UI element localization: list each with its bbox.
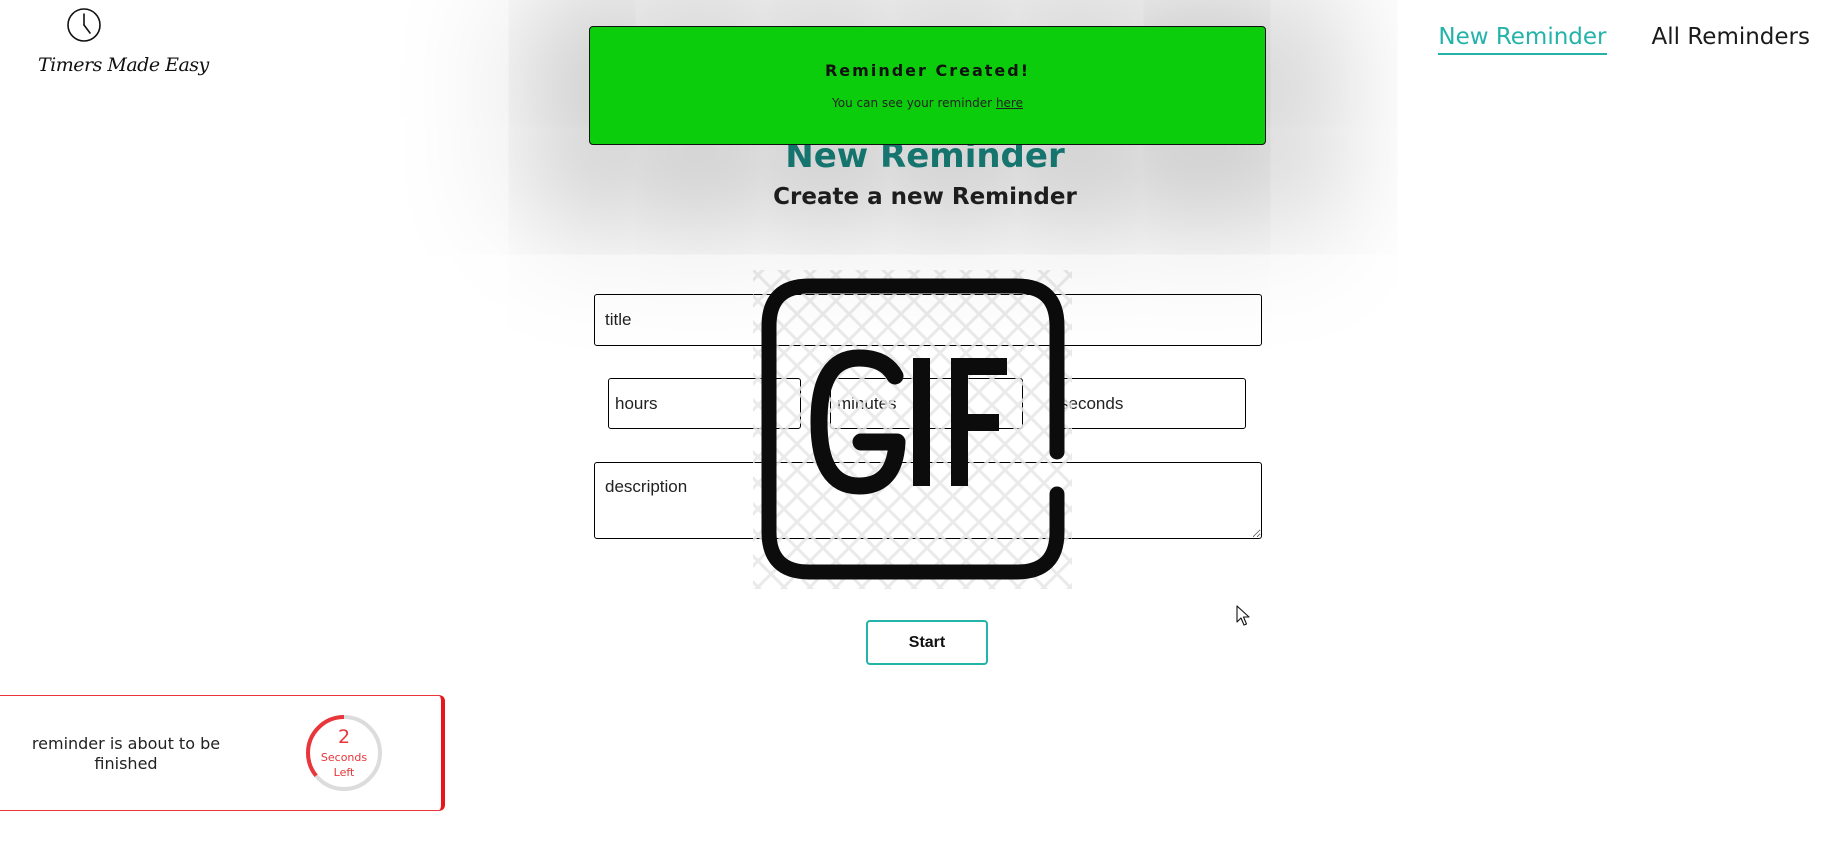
nav-new-reminder[interactable]: New Reminder xyxy=(1438,24,1607,55)
toast-message: You can see your reminder here xyxy=(590,96,1265,110)
description-input[interactable] xyxy=(594,462,1262,539)
toast-message-text: You can see your reminder xyxy=(832,96,996,110)
logo[interactable]: Timers Made Easy xyxy=(38,6,209,81)
toast-here-link[interactable]: here xyxy=(996,96,1023,110)
countdown-unit-line1: Seconds xyxy=(320,751,368,764)
countdown-value: 2 xyxy=(337,726,351,748)
page-subtitle: Create a new Reminder xyxy=(773,184,1077,210)
countdown-message: reminder is about to be finished xyxy=(31,734,221,773)
nav-all-reminders[interactable]: All Reminders xyxy=(1652,24,1810,55)
hours-input[interactable] xyxy=(608,378,801,429)
start-button[interactable]: Start xyxy=(866,620,988,665)
mouse-cursor-icon xyxy=(1236,605,1250,626)
reminder-created-toast: Reminder Created! You can see your remin… xyxy=(589,26,1266,145)
toast-title: Reminder Created! xyxy=(824,61,1030,80)
title-input[interactable] xyxy=(594,294,1262,346)
countdown-unit: Seconds Left xyxy=(304,750,384,780)
logo-text: Timers Made Easy xyxy=(38,54,209,76)
clock-icon xyxy=(67,8,101,42)
countdown-card: reminder is about to be finished 2 Secon… xyxy=(0,695,445,811)
minutes-input[interactable] xyxy=(830,378,1023,429)
countdown-unit-line2: Left xyxy=(333,766,355,779)
main-nav: New Reminder All Reminders xyxy=(1438,24,1810,55)
countdown-timer: 2 Seconds Left xyxy=(304,713,384,793)
seconds-input[interactable] xyxy=(1053,378,1246,429)
